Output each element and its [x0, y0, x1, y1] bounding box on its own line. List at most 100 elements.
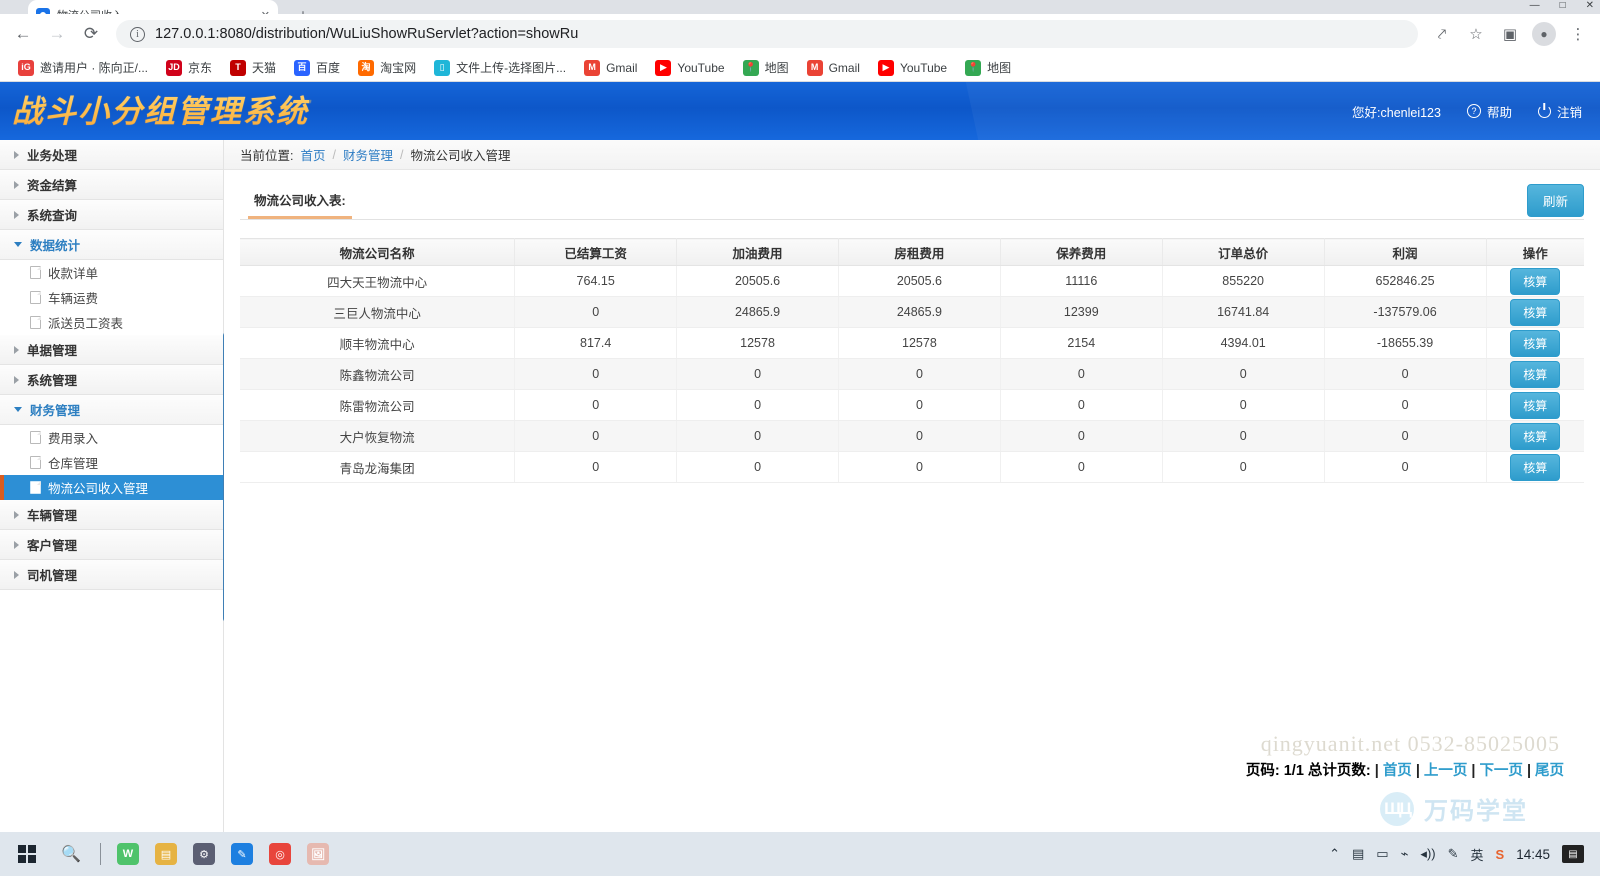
- sidebar-item-label: 仓库管理: [48, 457, 99, 471]
- cell-salary: 0: [514, 389, 678, 421]
- profile-icon[interactable]: ●: [1530, 20, 1558, 48]
- pager-next[interactable]: 下一页: [1479, 759, 1523, 780]
- tab-favicon-icon: [36, 8, 50, 14]
- share-icon[interactable]: ⤤: [1428, 20, 1456, 48]
- search-icon[interactable]: 🔍: [50, 834, 92, 874]
- browser-toolbar: ← → ⟳ i 127.0.0.1:8080/distribution/WuLi…: [0, 14, 1600, 54]
- toolbar-icons: ⤤ ☆ ▣ ● ⋮: [1428, 20, 1592, 48]
- sidebar-item-5[interactable]: 车辆运费: [0, 285, 223, 310]
- settings-icon[interactable]: ⚙: [193, 843, 215, 865]
- sidebar-group-15[interactable]: 司机管理: [0, 560, 223, 590]
- cell-profit: -18655.39: [1324, 327, 1487, 359]
- bookmark-label: Gmail: [828, 60, 860, 75]
- sidebar-group-8[interactable]: 系统管理: [0, 365, 223, 395]
- ime-icon[interactable]: 英: [1471, 845, 1484, 864]
- bookmark-item[interactable]: 百百度: [286, 56, 348, 79]
- refresh-button[interactable]: 刷新: [1526, 184, 1584, 217]
- tray-expand-icon[interactable]: ⌃: [1329, 846, 1340, 862]
- bookmark-item[interactable]: iG 邀请用户 · 陈向正/...: [10, 56, 156, 79]
- table-row: 四大天王物流中心 764.15 20505.6 20505.6 11116 855220 6…: [240, 265, 1584, 297]
- browser-tab[interactable]: 物流公司收入 ✕: [28, 0, 278, 14]
- bookmark-item[interactable]: M Gmail: [576, 57, 645, 79]
- bookmark-item[interactable]: 📍 地图: [735, 56, 797, 79]
- sidebar-group-9[interactable]: 财务管理: [0, 395, 223, 425]
- bookmark-item[interactable]: 淘淘宝网: [350, 56, 424, 79]
- bookmark-star-icon[interactable]: ☆: [1462, 20, 1490, 48]
- breadcrumb-home[interactable]: 首页: [300, 145, 325, 164]
- sidebar-item-11[interactable]: 仓库管理: [0, 450, 223, 475]
- maximize-icon[interactable]: □: [1560, 0, 1566, 11]
- sidebar-group-1[interactable]: 资金结算: [0, 170, 223, 200]
- bookmark-favicon-icon: M: [584, 59, 601, 76]
- sidebar-group-7[interactable]: 单据管理: [0, 335, 223, 365]
- site-info-icon[interactable]: i: [130, 26, 145, 42]
- menu-icon[interactable]: ⋮: [1564, 20, 1592, 48]
- help-label: 帮助: [1486, 105, 1512, 120]
- bookmark-item[interactable]: JD 京东: [158, 56, 220, 79]
- bookmark-item[interactable]: T 天猫: [222, 56, 284, 79]
- new-tab-button[interactable]: +: [290, 2, 316, 15]
- bookmark-favicon-icon: ▯: [434, 59, 451, 76]
- volume-icon[interactable]: ◂)): [1420, 846, 1435, 862]
- address-bar[interactable]: i 127.0.0.1:8080/distribution/WuLiuShowR…: [116, 20, 1418, 48]
- sidebar-group-3[interactable]: 数据统计: [0, 230, 223, 260]
- notification-icon[interactable]: ▤: [1562, 845, 1584, 863]
- bookmark-item[interactable]: 📍 地图: [957, 56, 1019, 79]
- pager-first[interactable]: 首页: [1383, 759, 1412, 780]
- wifi-icon[interactable]: ⌁: [1401, 846, 1409, 862]
- sidebar-group-label: 业务处理: [27, 149, 78, 163]
- cell-rent: 0: [838, 420, 1001, 452]
- bookmark-item[interactable]: ▶ YouTube: [647, 57, 732, 79]
- close-icon[interactable]: ✕: [261, 9, 270, 15]
- cell-name: 大户恢复物流: [240, 420, 516, 452]
- bookmark-label: Gmail: [606, 60, 638, 75]
- minimize-icon[interactable]: —: [1530, 0, 1540, 11]
- verify-button[interactable]: 核算: [1510, 329, 1561, 357]
- sidebar-group-2[interactable]: 系统查询: [0, 200, 223, 230]
- cell-maintain: 0: [1000, 451, 1163, 483]
- taskbar-clock[interactable]: 14:45: [1516, 847, 1550, 862]
- cell-profit: 0: [1324, 389, 1487, 421]
- verify-button[interactable]: 核算: [1510, 453, 1561, 481]
- wechat-icon[interactable]: W: [117, 843, 139, 865]
- pager-prev[interactable]: 上一页: [1424, 759, 1468, 780]
- verify-button[interactable]: 核算: [1510, 422, 1561, 450]
- file-explorer-icon[interactable]: ▤: [155, 843, 177, 865]
- breadcrumb-section[interactable]: 财务管理: [343, 145, 393, 164]
- bookmark-item[interactable]: M Gmail: [799, 57, 868, 79]
- photos-icon[interactable]: 🖼: [307, 843, 329, 865]
- bookmark-favicon-icon: ▶: [877, 59, 894, 76]
- sidebar-item-10[interactable]: 费用录入: [0, 425, 223, 450]
- pen-icon[interactable]: ✎: [1448, 846, 1459, 862]
- bookmark-item[interactable]: ▶ YouTube: [870, 57, 955, 79]
- pager-last[interactable]: 尾页: [1535, 759, 1564, 780]
- logout-button[interactable]: 注销: [1537, 102, 1582, 121]
- windows-start-icon[interactable]: [6, 834, 48, 874]
- help-button[interactable]: ? 帮助: [1466, 102, 1512, 121]
- sidebar-group-0[interactable]: 业务处理: [0, 140, 223, 170]
- verify-button[interactable]: 核算: [1510, 298, 1561, 326]
- sidebar-item-6[interactable]: 派送员工资表: [0, 310, 223, 335]
- verify-button[interactable]: 核算: [1510, 360, 1561, 388]
- chrome-icon[interactable]: ◎: [269, 843, 291, 865]
- back-icon[interactable]: ←: [8, 19, 38, 49]
- cell-fuel: 0: [676, 420, 839, 452]
- battery-icon[interactable]: ▤: [1352, 846, 1364, 862]
- verify-button[interactable]: 核算: [1510, 267, 1561, 295]
- forward-icon[interactable]: →: [42, 19, 72, 49]
- sidebar-item-12[interactable]: 物流公司收入管理: [0, 475, 223, 500]
- sidebar-group-14[interactable]: 客户管理: [0, 530, 223, 560]
- bookmark-favicon-icon: 📍: [742, 59, 759, 76]
- sidebar-item-label: 费用录入: [48, 432, 99, 446]
- table-col-header: 订单总价: [1162, 238, 1325, 266]
- bookmark-item[interactable]: ▯ 文件上传-选择图片...: [426, 56, 574, 79]
- sidebar-group-13[interactable]: 车辆管理: [0, 500, 223, 530]
- device-icon[interactable]: ▭: [1376, 846, 1388, 862]
- sidepanel-icon[interactable]: ▣: [1496, 20, 1524, 48]
- verify-button[interactable]: 核算: [1510, 391, 1561, 419]
- editor-icon[interactable]: ✎: [231, 843, 253, 865]
- sidebar-item-4[interactable]: 收款详单: [0, 260, 223, 285]
- sogou-icon[interactable]: S: [1496, 847, 1505, 862]
- window-close-icon[interactable]: ✕: [1586, 0, 1594, 11]
- reload-icon[interactable]: ⟳: [76, 19, 106, 49]
